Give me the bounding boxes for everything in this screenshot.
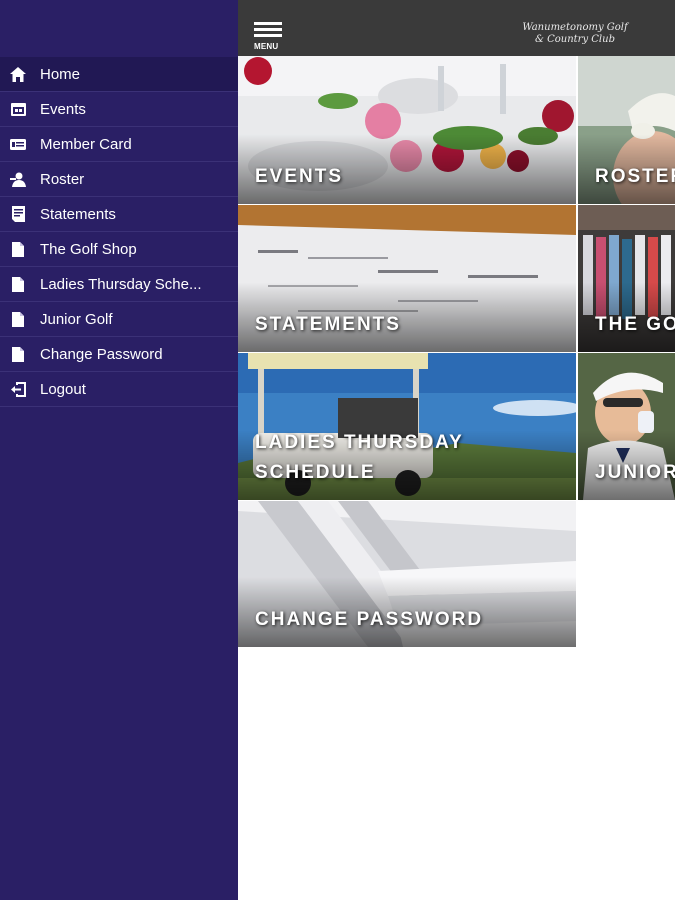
tile-label: JUNIOR GOLF — [595, 462, 675, 483]
club-logo: Wanumetonomy Golf & Country Club — [520, 22, 630, 46]
sidebar-item-label: Ladies Thursday Sche... — [40, 275, 202, 293]
sidebar-item-junior-golf[interactable]: Junior Golf — [0, 302, 238, 337]
brand-line-1: Wanumetonomy Golf — [522, 22, 628, 33]
user-icon — [9, 171, 27, 187]
brand-line-2: & Country Club — [535, 34, 615, 45]
sidebar-item-label: Statements — [40, 205, 116, 223]
sidebar-item-label: Member Card — [40, 135, 132, 153]
sidebar-item-label: The Golf Shop — [40, 240, 137, 258]
sidebar-item-home[interactable]: Home — [0, 57, 238, 92]
sidebar-item-label: Logout — [40, 380, 86, 398]
hamburger-bar — [254, 34, 282, 37]
sidebar-item-roster[interactable]: Roster — [0, 162, 238, 197]
document-icon — [9, 241, 27, 257]
logout-icon — [9, 381, 27, 397]
calendar-icon — [9, 101, 27, 117]
card-icon — [9, 136, 27, 152]
sidebar-item-golf-shop[interactable]: The Golf Shop — [0, 232, 238, 267]
tile-label: STATEMENTS — [255, 314, 401, 335]
sidebar-item-label: Events — [40, 100, 86, 118]
document-icon — [9, 276, 27, 292]
navigation-drawer: Home Events Member Card Roster Statement… — [0, 0, 238, 900]
sidebar-item-label: Home — [40, 65, 81, 83]
document-icon — [9, 346, 27, 362]
sidebar-item-change-password[interactable]: Change Password — [0, 337, 238, 372]
statement-icon — [9, 206, 27, 222]
sidebar-item-statements[interactable]: Statements — [0, 197, 238, 232]
tile-change-password[interactable]: CHANGE PASSWORD — [238, 501, 576, 647]
tile-statements[interactable]: STATEMENTS — [238, 205, 576, 352]
sidebar-item-label: Change Password — [40, 345, 163, 363]
tile-label: ROSTER — [595, 166, 675, 187]
hamburger-bar — [254, 28, 282, 31]
tile-ladies-thursday-schedule[interactable]: LADIES THURSDAY SCHEDULE — [238, 353, 576, 500]
top-app-bar: MENU Wanumetonomy Golf & Country Club — [238, 0, 675, 56]
tile-label: CHANGE PASSWORD — [255, 609, 484, 630]
tile-golf-shop[interactable]: THE GOLF SHOP — [578, 205, 675, 352]
tile-junior-golf[interactable]: JUNIOR GOLF — [578, 353, 675, 500]
menu-button[interactable]: MENU — [254, 22, 284, 54]
sidebar-item-events[interactable]: Events — [0, 92, 238, 127]
sidebar-item-label: Junior Golf — [40, 310, 113, 328]
home-icon — [9, 66, 27, 82]
tile-roster[interactable]: ROSTER — [578, 56, 675, 204]
sidebar-item-logout[interactable]: Logout — [0, 372, 238, 407]
sidebar-item-label: Roster — [40, 170, 85, 188]
menu-label: MENU — [254, 42, 279, 51]
hamburger-icon — [254, 22, 282, 25]
sidebar-item-ladies-thursday[interactable]: Ladies Thursday Sche... — [0, 267, 238, 302]
tile-events[interactable]: EVENTS — [238, 56, 576, 204]
tile-label: LADIES THURSDAY SCHEDULE — [255, 432, 464, 483]
drawer-header — [0, 0, 238, 57]
tile-label: EVENTS — [255, 166, 344, 187]
tile-label: THE GOLF SHOP — [595, 314, 675, 335]
sidebar-item-member-card[interactable]: Member Card — [0, 127, 238, 162]
document-icon — [9, 311, 27, 327]
